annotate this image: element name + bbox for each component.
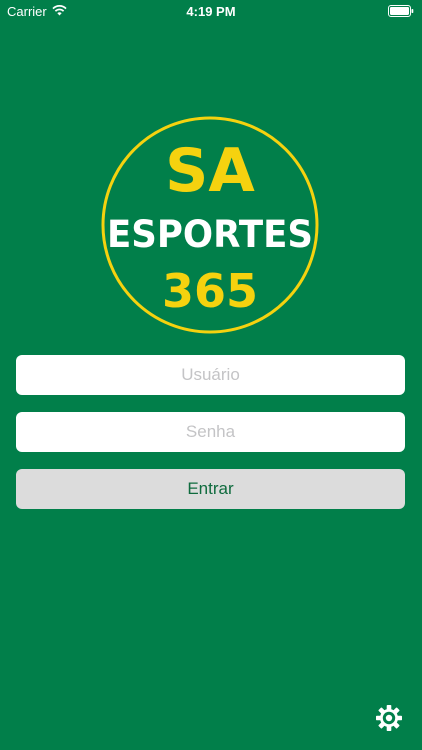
logo-text-sa: SA: [165, 136, 255, 206]
logo-text-esportes: ESPORTES: [107, 213, 313, 256]
logo-text-365: 365: [162, 264, 258, 318]
status-bar: Carrier 4:19 PM: [0, 0, 422, 24]
battery-icon: [388, 5, 414, 17]
password-input[interactable]: [16, 412, 405, 452]
app-logo: SA ESPORTES 365: [101, 116, 319, 334]
login-button[interactable]: Entrar: [16, 469, 405, 509]
username-input[interactable]: [16, 355, 405, 395]
gear-icon[interactable]: [374, 703, 404, 733]
status-time: 4:19 PM: [186, 4, 236, 19]
